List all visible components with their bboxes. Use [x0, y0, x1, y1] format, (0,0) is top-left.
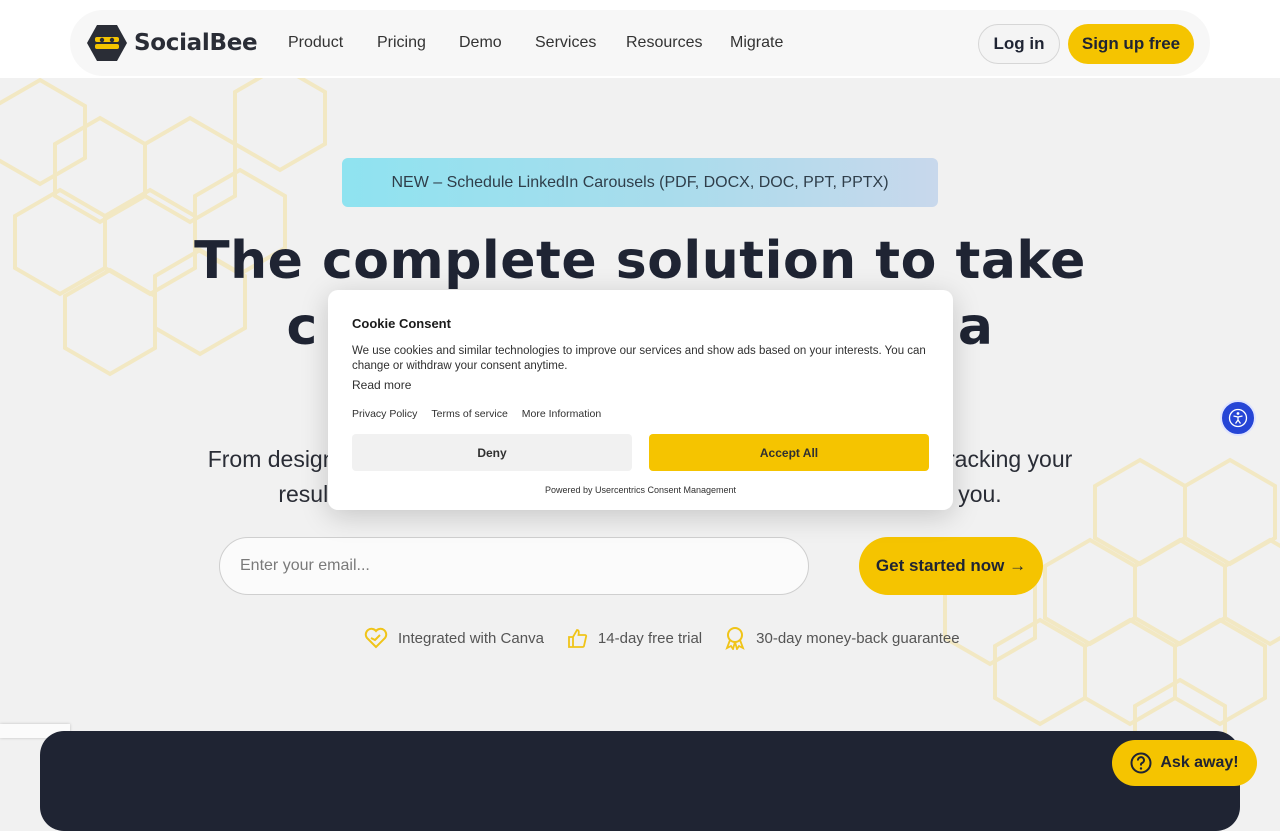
thumbs-up-icon [568, 629, 588, 648]
feature-guarantee: 30-day money-back guarantee [724, 626, 960, 650]
feature-canva: Integrated with Canva [364, 626, 544, 650]
nav-product[interactable]: Product [288, 34, 343, 52]
privacy-policy-link[interactable]: Privacy Policy [352, 408, 417, 420]
hero-title-line2-right: a [957, 297, 994, 357]
socialbee-logo[interactable]: SocialBee [86, 24, 258, 62]
cookie-read-more-link[interactable]: Read more [352, 378, 411, 392]
brand-name: SocialBee [134, 30, 258, 56]
nav-migrate[interactable]: Migrate [730, 34, 783, 52]
hero-subtitle-line2-right: you. [958, 481, 1002, 507]
get-started-button[interactable]: Get started now → [859, 537, 1043, 595]
nav-demo[interactable]: Demo [459, 34, 502, 52]
hero-title-line1: The complete solution to take [194, 231, 1086, 291]
hero-subtitle-line2-left: resul [278, 481, 329, 507]
nav-services[interactable]: Services [535, 34, 596, 52]
nav-pricing[interactable]: Pricing [377, 34, 426, 52]
feature-trial: 14-day free trial [566, 626, 702, 650]
cookie-links: Privacy Policy Terms of service More Inf… [352, 408, 601, 420]
hero-subtitle-line1-right: tracking your [940, 446, 1073, 472]
hero-subtitle-line1-left: From designi [207, 446, 341, 472]
nav-resources[interactable]: Resources [626, 34, 702, 52]
email-input[interactable] [219, 537, 809, 595]
terms-of-service-link[interactable]: Terms of service [431, 408, 507, 420]
cookie-title: Cookie Consent [352, 316, 451, 331]
login-button[interactable]: Log in [978, 24, 1060, 64]
accessibility-button[interactable] [1220, 400, 1256, 436]
cookie-accept-all-button[interactable]: Accept All [649, 434, 929, 471]
award-badge-icon [725, 627, 745, 650]
cookie-description: We use cookies and similar technologies … [352, 345, 926, 372]
feature-list: Integrated with Canva 14-day free trial … [364, 626, 960, 650]
feature-trial-label: 14-day free trial [597, 629, 703, 647]
dark-content-section [40, 731, 1240, 831]
cookie-consent-dialog: Cookie Consent We use cookies and simila… [328, 290, 953, 510]
chat-ask-button[interactable]: Ask away! [1112, 740, 1257, 786]
feature-guarantee-label: 30-day money-back guarantee [756, 629, 960, 647]
feature-canva-label: Integrated with Canva [398, 629, 544, 647]
more-information-link[interactable]: More Information [522, 408, 601, 420]
hero-title-line2-left: c [286, 297, 318, 357]
cookie-deny-button[interactable]: Deny [352, 434, 632, 471]
chat-ask-label: Ask away! [1160, 754, 1239, 771]
signup-button[interactable]: Sign up free [1068, 24, 1194, 64]
accessibility-icon [1228, 408, 1248, 428]
bee-logo-icon [87, 25, 127, 61]
question-circle-icon [1130, 752, 1152, 774]
announcement-banner[interactable]: NEW – Schedule LinkedIn Carousels (PDF, … [342, 158, 938, 207]
top-navbar: SocialBee Product Pricing Demo Services … [70, 10, 1210, 76]
canva-heart-icon [364, 627, 388, 649]
cookie-powered-by: Powered by Usercentrics Consent Manageme… [544, 485, 737, 495]
